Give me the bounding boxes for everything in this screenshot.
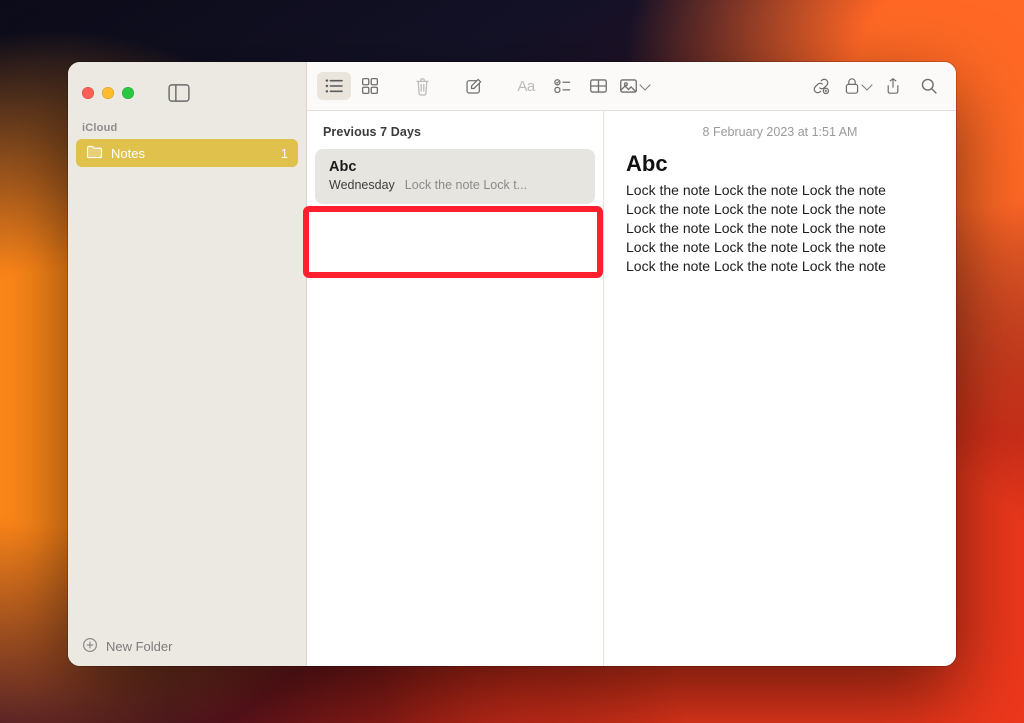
sidebar-folder-count: 1 [281,146,288,161]
format-button[interactable]: Aa [509,72,543,100]
new-note-button[interactable] [457,72,491,100]
list-view-button[interactable] [317,72,351,100]
grid-icon [361,77,379,95]
toolbar: Aa [307,62,956,111]
link-note-button[interactable] [804,72,838,100]
sidebar-section-label: iCloud [68,110,306,138]
new-folder-button[interactable]: New Folder [68,626,306,666]
window-zoom-button[interactable] [122,87,134,99]
list-icon [324,78,344,94]
chevron-down-icon [639,79,650,90]
note-list-item[interactable]: Abc Wednesday Lock the note Lock t... [315,149,595,204]
annotation-highlight [303,206,603,278]
folder-icon [86,145,103,162]
photo-icon [619,78,638,94]
checklist-icon [553,78,572,95]
note-item-preview: Lock the note Lock t... [405,178,527,192]
delete-note-button[interactable] [405,72,439,100]
search-icon [920,77,938,95]
plus-circle-icon [82,637,98,656]
new-folder-label: New Folder [106,639,172,654]
toggle-sidebar-button[interactable] [168,84,190,102]
sidebar: iCloud Notes 1 New Folder [68,62,307,666]
window-minimize-button[interactable] [102,87,114,99]
trash-icon [414,77,431,96]
window-close-button[interactable] [82,87,94,99]
compose-icon [465,77,483,95]
columns: Previous 7 Days Abc Wednesday Lock the n… [307,111,956,666]
link-icon [812,77,830,95]
note-item-date: Wednesday [329,178,395,192]
share-icon [885,77,901,95]
content-area: Aa [307,62,956,666]
media-button[interactable] [617,72,651,100]
table-button[interactable] [581,72,615,100]
chevron-down-icon [861,79,872,90]
window-controls [68,62,306,110]
note-body-text[interactable]: Lock the note Lock the note Lock the not… [626,181,934,275]
note-editor[interactable]: 8 February 2023 at 1:51 AM Abc Lock the … [604,111,956,666]
checklist-button[interactable] [545,72,579,100]
note-timestamp: 8 February 2023 at 1:51 AM [626,125,934,139]
table-icon [589,78,608,94]
notes-list-column: Previous 7 Days Abc Wednesday Lock the n… [307,111,604,666]
sidebar-folder-label: Notes [111,146,145,161]
note-item-title: Abc [329,159,581,175]
lock-note-button[interactable] [840,72,874,100]
search-button[interactable] [912,72,946,100]
format-text-icon: Aa [517,78,534,95]
notes-app-window: iCloud Notes 1 New Folder [68,62,956,666]
share-button[interactable] [876,72,910,100]
notes-group-header: Previous 7 Days [307,111,603,149]
note-title-heading[interactable]: Abc [626,151,934,177]
lock-icon [844,77,860,95]
sidebar-folder-notes[interactable]: Notes 1 [76,139,298,167]
gallery-view-button[interactable] [353,72,387,100]
